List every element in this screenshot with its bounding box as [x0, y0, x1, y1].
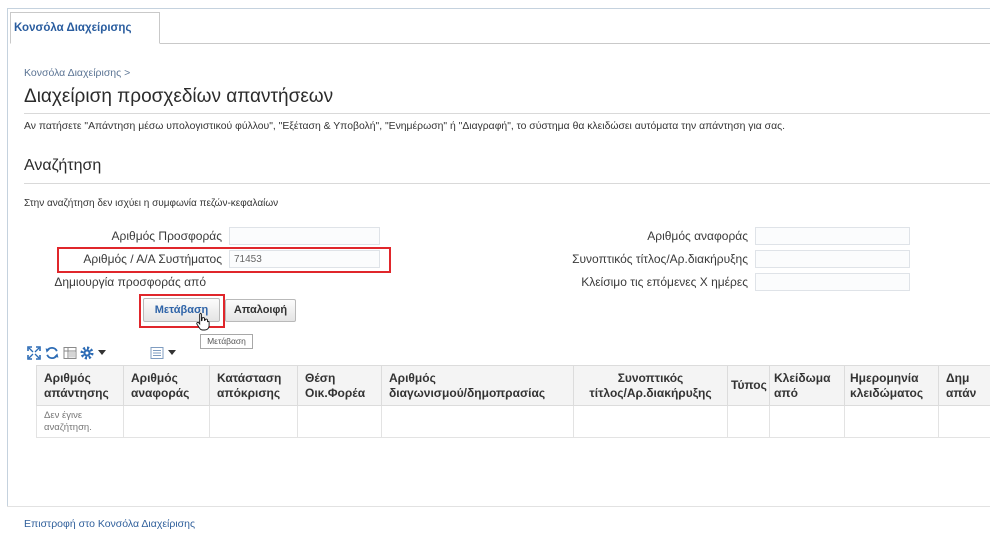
- column-header-auction-number: Αριθμός διαγωνισμού/δημοπρασίας: [381, 365, 574, 406]
- column-header-reference-number: Αριθμός αναφοράς: [123, 365, 210, 406]
- page-title: Διαχείριση προσχεδίων απαντήσεων: [24, 86, 334, 107]
- breadcrumb-separator: >: [124, 67, 131, 79]
- column-header-supplier-position: Θέση Οικ.Φορέα: [297, 365, 382, 406]
- settings-dropdown-arrow-icon[interactable]: [98, 350, 106, 356]
- tab-admin-console[interactable]: Κονσόλα Διαχείρισης: [10, 12, 160, 44]
- offer-number-input[interactable]: [229, 227, 380, 245]
- table-cell: [123, 405, 210, 438]
- column-header-created: Δημ απάν: [938, 365, 990, 406]
- view-icon[interactable]: [150, 346, 164, 360]
- detach-icon[interactable]: [27, 346, 41, 360]
- cursor-hand-icon: [196, 312, 210, 331]
- empty-results-message: Δεν έγινε αναζήτηση.: [36, 405, 124, 438]
- freeze-icon[interactable]: [63, 346, 77, 360]
- table-cell: [938, 405, 990, 438]
- results-table: Αριθμός απάντησης Αριθμός αναφοράς Κατάστα…: [36, 365, 990, 438]
- table-cell: [573, 405, 728, 438]
- tab-bar-divider: [160, 43, 990, 44]
- go-button-tooltip: Μετάβαση: [200, 334, 253, 349]
- highlight-box-go-button: [139, 294, 225, 328]
- breadcrumb: Κονσόλα Διαχείρισης >: [24, 67, 130, 79]
- search-heading-divider: [24, 183, 990, 184]
- table-cell: [727, 405, 770, 438]
- settings-gear-icon[interactable]: [80, 346, 94, 360]
- page-frame-top: [7, 8, 990, 9]
- instruction-text: Αν πατήσετε "Απάντηση μέσω υπολογιστικού…: [24, 121, 785, 132]
- short-title-label: Συνοπτικός τίτλος/Αρ.διακήρυξης: [572, 252, 748, 266]
- return-to-console-link[interactable]: Επιστροφή στο Κονσόλα Διαχείρισης: [24, 518, 195, 530]
- refresh-icon[interactable]: [45, 346, 59, 360]
- column-header-lock-date: Ημερομηνία κλειδώματος: [844, 365, 939, 406]
- highlight-box-system-number: [57, 247, 391, 273]
- search-heading: Αναζήτηση: [24, 157, 102, 174]
- table-cell: [209, 405, 298, 438]
- column-header-response-number: Αριθμός απάντησης: [36, 365, 124, 406]
- table-cell: [769, 405, 845, 438]
- table-header-row: Αριθμός απάντησης Αριθμός αναφοράς Κατάστα…: [36, 365, 990, 406]
- title-divider: [24, 113, 990, 114]
- footer-divider: [7, 506, 990, 507]
- reference-number-label: Αριθμός αναφοράς: [647, 229, 748, 243]
- column-header-response-status: Κατάσταση απόκρισης: [209, 365, 298, 406]
- offer-created-from-label: Δημιουργία προσφοράς από: [54, 275, 206, 289]
- closing-days-input[interactable]: [755, 273, 910, 291]
- short-title-input[interactable]: [755, 250, 910, 268]
- reference-number-input[interactable]: [755, 227, 910, 245]
- table-cell: [297, 405, 382, 438]
- column-header-short-title: Συνοπτικός τίτλος/Αρ.διακήρυξης: [573, 365, 728, 406]
- table-row: Δεν έγινε αναζήτηση.: [36, 405, 990, 438]
- offer-number-label: Αριθμός Προσφοράς: [111, 229, 222, 243]
- column-header-locked-by: Κλείδωμα από: [769, 365, 845, 406]
- column-header-type: Τύπος: [727, 365, 770, 406]
- closing-days-label: Κλείσιμο τις επόμενες Χ ημέρες: [581, 275, 748, 289]
- breadcrumb-link-admin-console[interactable]: Κονσόλα Διαχείρισης: [24, 67, 121, 79]
- case-insensitive-note: Στην αναζήτηση δεν ισχύει η συμφωνία πεζ…: [24, 198, 279, 209]
- table-cell: [381, 405, 574, 438]
- view-dropdown-arrow-icon[interactable]: [168, 350, 176, 356]
- table-cell: [844, 405, 939, 438]
- clear-button[interactable]: Απαλοιφή: [225, 299, 296, 322]
